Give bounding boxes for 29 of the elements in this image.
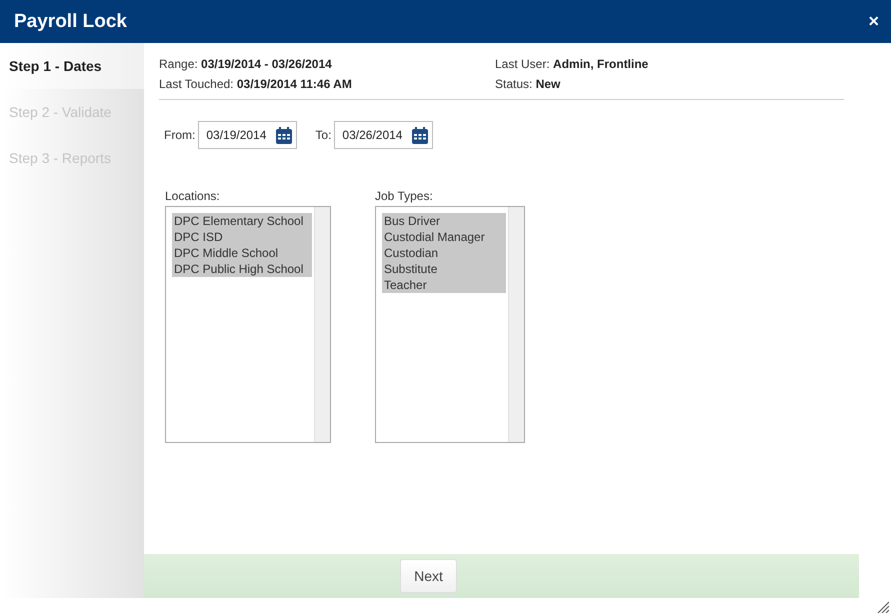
resize-grip-icon[interactable] [877,601,889,613]
list-box[interactable]: DPC Elementary School DPC ISD DPC Middle School DPC Public High School [165,206,331,443]
calendar-icon[interactable] [276,126,292,144]
calendar-icon[interactable] [412,126,428,144]
date-label: To: [315,128,332,142]
next-button[interactable]: Next [400,559,457,593]
list-label: Locations: [165,189,221,203]
list-item[interactable]: Custodial Manager [382,229,506,245]
info-text: Range: 03/19/2014 - 03/26/2014 [159,57,333,73]
close-button[interactable]: × [866,11,881,32]
list-item[interactable]: DPC Elementary School [172,213,312,229]
scrollbar[interactable] [314,207,330,442]
date-field[interactable]: 03/19/2014 [198,121,298,149]
window-title: Payroll Lock [14,10,127,32]
list-label: Job Types: [375,189,434,203]
info-text: Last Touched: 03/19/2014 11:46 AM [159,77,353,93]
date-label: From: [164,128,196,142]
list-item[interactable]: DPC Public High School [172,261,312,277]
list-item[interactable]: Teacher [382,277,506,293]
info-text: Status: New [495,77,562,93]
list-item[interactable]: Substitute [382,261,506,277]
list-item[interactable]: Bus Driver [382,213,506,229]
info-text: Last User: Admin, Frontline [495,57,650,73]
scrollbar[interactable] [508,207,524,442]
list-item[interactable]: DPC ISD [172,229,312,245]
list-item[interactable]: Custodian [382,245,506,261]
date-field[interactable]: 03/26/2014 [334,121,434,149]
list-box[interactable]: Bus Driver Custodial Manager Custodian Substitute Teacher [375,206,525,443]
list-item[interactable]: DPC Middle School [172,245,312,261]
